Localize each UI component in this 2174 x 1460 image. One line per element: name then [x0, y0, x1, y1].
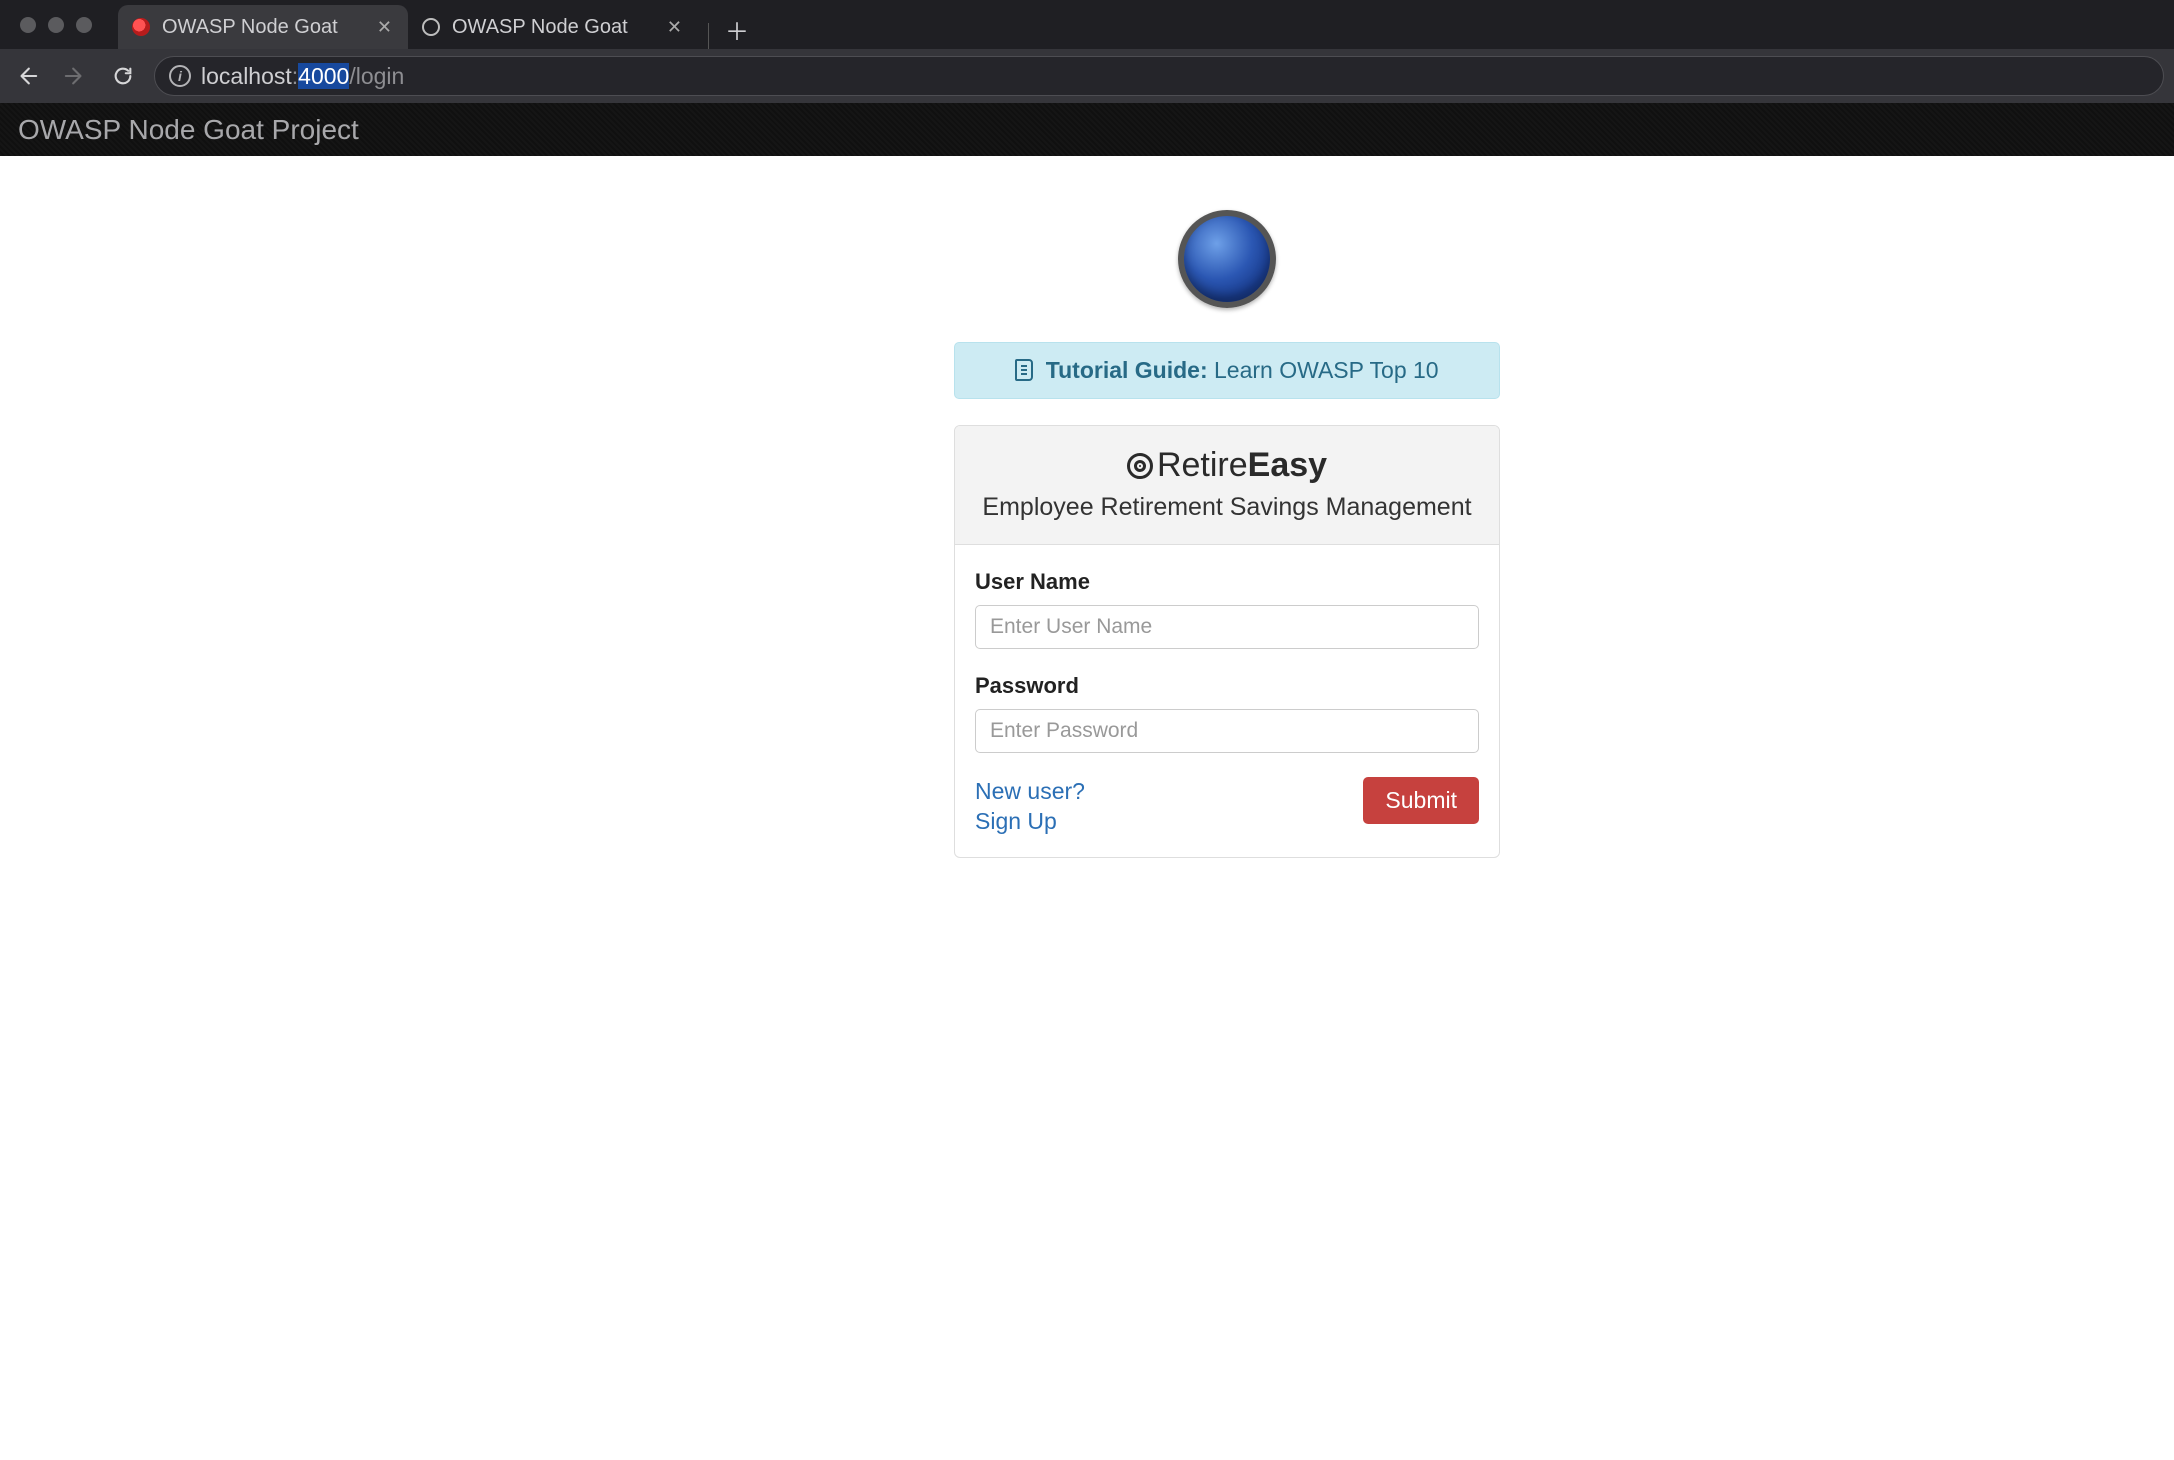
alert-strong: Tutorial Guide:	[1046, 357, 1208, 383]
panel-body: User Name Password New user? Sign Up Sub…	[955, 545, 1499, 857]
globe-icon	[422, 18, 440, 36]
username-input[interactable]	[975, 605, 1479, 649]
brand-part-b: Easy	[1248, 446, 1327, 484]
signup-link[interactable]: New user? Sign Up	[975, 777, 1115, 837]
book-icon	[1015, 359, 1033, 381]
password-label: Password	[975, 673, 1479, 699]
reload-icon	[112, 65, 134, 87]
tab-0[interactable]: OWASP Node Goat ✕	[118, 5, 408, 49]
tab-title: OWASP Node Goat	[162, 16, 365, 39]
window-minimize-icon[interactable]	[48, 17, 64, 33]
nav-bar: i localhost:4000/login	[0, 49, 2174, 103]
reload-button[interactable]	[106, 59, 140, 93]
brand-subtitle: Employee Retirement Savings Management	[973, 493, 1481, 522]
back-button[interactable]	[10, 59, 44, 93]
brand-part-a: Retire	[1157, 446, 1248, 484]
close-icon[interactable]: ✕	[667, 17, 682, 38]
url-port: 4000	[298, 63, 349, 89]
tab-separator	[708, 23, 709, 49]
submit-button[interactable]: Submit	[1363, 777, 1479, 824]
url-bar[interactable]: i localhost:4000/login	[154, 56, 2164, 96]
tutorial-alert-link[interactable]: Tutorial Guide: Learn OWASP Top 10	[954, 342, 1500, 399]
owasp-logo-icon	[1178, 210, 1276, 308]
page: Tutorial Guide: Learn OWASP Top 10 Retir…	[0, 156, 2174, 858]
form-footer: New user? Sign Up Submit	[975, 777, 1479, 837]
window-zoom-icon[interactable]	[76, 17, 92, 33]
brand: RetireEasy	[973, 446, 1481, 485]
window-traffic-lights	[12, 17, 98, 33]
site-info-icon[interactable]: i	[169, 65, 191, 87]
arrow-left-icon	[16, 65, 38, 87]
forward-button[interactable]	[58, 59, 92, 93]
close-icon[interactable]: ✕	[377, 17, 392, 38]
panel-head: RetireEasy Employee Retirement Savings M…	[955, 426, 1499, 545]
browser-chrome: OWASP Node Goat ✕ OWASP Node Goat ✕ ＋ i …	[0, 0, 2174, 156]
window-close-icon[interactable]	[20, 17, 36, 33]
url-host: localhost	[201, 63, 292, 89]
arrow-right-icon	[64, 65, 86, 87]
tabs: OWASP Node Goat ✕ OWASP Node Goat ✕ ＋	[118, 0, 757, 49]
url-path: /login	[349, 63, 404, 89]
tab-title: OWASP Node Goat	[452, 16, 655, 39]
tab-1[interactable]: OWASP Node Goat ✕	[408, 5, 698, 49]
login-panel: RetireEasy Employee Retirement Savings M…	[954, 425, 1500, 858]
alert-text: Learn OWASP Top 10	[1214, 357, 1439, 383]
app-header-title: OWASP Node Goat Project	[18, 114, 359, 146]
tab-bar: OWASP Node Goat ✕ OWASP Node Goat ✕ ＋	[0, 0, 2174, 49]
content-column: Tutorial Guide: Learn OWASP Top 10 Retir…	[954, 210, 1500, 858]
new-tab-button[interactable]: ＋	[717, 9, 757, 49]
target-icon	[1127, 453, 1153, 479]
url-text: localhost:4000/login	[201, 63, 404, 90]
app-header: OWASP Node Goat Project	[0, 103, 2174, 156]
logo-wrap	[954, 210, 1500, 308]
favicon-icon	[132, 18, 150, 36]
password-input[interactable]	[975, 709, 1479, 753]
username-label: User Name	[975, 569, 1479, 595]
